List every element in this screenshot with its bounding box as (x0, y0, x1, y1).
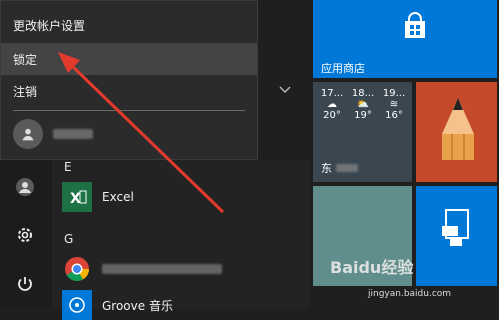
red-arrow-annotation (58, 52, 225, 214)
baidu-watermark: Baidu经验 (330, 254, 413, 278)
watermark-url: jingyan.baidu.com (368, 289, 451, 299)
watermark-url-text: jingyan.baidu.com (368, 289, 452, 299)
watermark-brand: Baidu经验 (330, 258, 414, 277)
